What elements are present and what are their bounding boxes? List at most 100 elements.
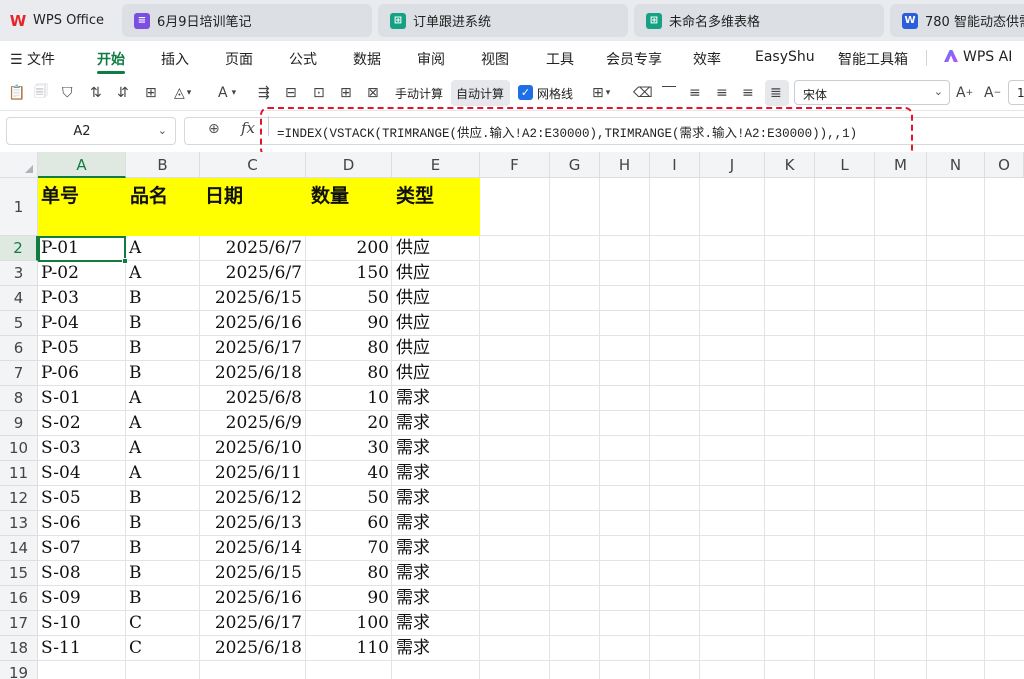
cell-e3[interactable]: 供应 xyxy=(396,261,480,286)
column-header-c[interactable]: C xyxy=(200,152,306,178)
cell-a10[interactable]: S-03 xyxy=(41,436,125,461)
cell-b4[interactable]: B xyxy=(129,286,199,311)
sort-desc-icon[interactable]: ⇵ xyxy=(117,82,129,104)
cell-b7[interactable]: B xyxy=(129,361,199,386)
cell-c2[interactable]: 2025/6/7 xyxy=(200,236,302,261)
cell-c9[interactable]: 2025/6/9 xyxy=(200,411,302,436)
cell-c15[interactable]: 2025/6/15 xyxy=(200,561,302,586)
cell-c8[interactable]: 2025/6/8 xyxy=(200,386,302,411)
tab-untitled-table[interactable]: ⊞ 未命名多维表格 xyxy=(634,4,884,37)
cell-e8[interactable]: 需求 xyxy=(396,386,480,411)
row-header-5[interactable]: 5 xyxy=(0,311,38,336)
decrease-font-icon[interactable]: A − xyxy=(984,82,1001,104)
cell-b14[interactable]: B xyxy=(129,536,199,561)
font-size-input[interactable]: 1 xyxy=(1008,80,1024,105)
cell-d3[interactable]: 150 xyxy=(306,261,389,286)
cell-b10[interactable]: A xyxy=(129,436,199,461)
cell-e15[interactable]: 需求 xyxy=(396,561,480,586)
cell-c3[interactable]: 2025/6/7 xyxy=(200,261,302,286)
cell-e6[interactable]: 供应 xyxy=(396,336,480,361)
align-top-icon[interactable]: ⎺ xyxy=(662,82,676,104)
tab-wps-office[interactable]: W WPS Office xyxy=(0,4,116,37)
cell-c18[interactable]: 2025/6/18 xyxy=(200,636,302,661)
header-cell-a[interactable]: 单号 xyxy=(41,181,79,208)
cell-e18[interactable]: 需求 xyxy=(396,636,480,661)
column-header-e[interactable]: E xyxy=(392,152,480,178)
cell-b11[interactable]: A xyxy=(129,461,199,486)
cell-a8[interactable]: S-01 xyxy=(41,386,125,411)
row-header-3[interactable]: 3 xyxy=(0,261,38,286)
cell-a12[interactable]: S-05 xyxy=(41,486,125,511)
menu-tab-page[interactable]: 页面 xyxy=(225,49,253,69)
cell-d16[interactable]: 90 xyxy=(306,586,389,611)
gridlines-checkbox[interactable]: ✓ xyxy=(518,85,533,100)
row-header-1[interactable]: 1 xyxy=(0,178,38,236)
cell-a6[interactable]: P-05 xyxy=(41,336,125,361)
row-header-18[interactable]: 18 xyxy=(0,636,38,661)
column-header-m[interactable]: M xyxy=(875,152,927,178)
calc-sheet-icon[interactable]: ⊞ xyxy=(340,82,352,104)
cell-e5[interactable]: 供应 xyxy=(396,311,480,336)
column-header-h[interactable]: H xyxy=(600,152,650,178)
row-header-15[interactable]: 15 xyxy=(0,561,38,586)
cell-a16[interactable]: S-09 xyxy=(41,586,125,611)
column-header-k[interactable]: K xyxy=(765,152,815,178)
cell-c17[interactable]: 2025/6/17 xyxy=(200,611,302,636)
cell-d10[interactable]: 30 xyxy=(306,436,389,461)
menu-tab-formulas[interactable]: 公式 xyxy=(289,49,317,69)
fill-handle[interactable] xyxy=(122,258,128,264)
row-header-19[interactable]: 19 xyxy=(0,661,38,679)
cell-a7[interactable]: P-06 xyxy=(41,361,125,386)
menu-tab-wps-ai[interactable]: WPS AI xyxy=(944,49,1012,65)
tab-training-notes[interactable]: ≡ 6月9日培训笔记 xyxy=(122,4,372,37)
align-left-icon[interactable]: ≡ xyxy=(689,82,701,104)
row-header-14[interactable]: 14 xyxy=(0,536,38,561)
menu-tab-smart-toolbox[interactable]: 智能工具箱 xyxy=(838,49,908,69)
row-header-2[interactable]: 2 xyxy=(0,236,38,261)
header-cell-b[interactable]: 品名 xyxy=(130,181,168,208)
column-header-d[interactable]: D xyxy=(306,152,392,178)
font-name-select[interactable]: 宋体 ⌄ xyxy=(794,80,950,105)
cell-e2[interactable]: 供应 xyxy=(396,236,480,261)
cell-a18[interactable]: S-11 xyxy=(41,636,125,661)
column-header-j[interactable]: J xyxy=(700,152,765,178)
cell-b5[interactable]: B xyxy=(129,311,199,336)
cell-e4[interactable]: 供应 xyxy=(396,286,480,311)
cell-d8[interactable]: 10 xyxy=(306,386,389,411)
row-header-16[interactable]: 16 xyxy=(0,586,38,611)
row-header-8[interactable]: 8 xyxy=(0,386,38,411)
row-header-7[interactable]: 7 xyxy=(0,361,38,386)
cell-a17[interactable]: S-10 xyxy=(41,611,125,636)
row-header-12[interactable]: 12 xyxy=(0,486,38,511)
cell-d2[interactable]: 200 xyxy=(306,236,389,261)
fill-color-icon[interactable]: ◬ ▾ xyxy=(174,82,191,104)
cell-e7[interactable]: 供应 xyxy=(396,361,480,386)
paste-icon[interactable]: 📋 xyxy=(8,82,25,104)
cell-a4[interactable]: P-03 xyxy=(41,286,125,311)
tab-supply-demand-doc[interactable]: W 780 智能动态供需 xyxy=(890,4,1024,37)
tab-order-tracking[interactable]: ⊞ 订单跟进系统 xyxy=(378,4,628,37)
column-header-b[interactable]: B xyxy=(126,152,200,178)
cell-c4[interactable]: 2025/6/15 xyxy=(200,286,302,311)
cell-a9[interactable]: S-02 xyxy=(41,411,125,436)
cell-b8[interactable]: A xyxy=(129,386,199,411)
cell-b2[interactable]: A xyxy=(129,236,199,261)
wrap-text-icon[interactable]: ⇶ xyxy=(258,82,270,104)
column-header-l[interactable]: L xyxy=(815,152,875,178)
column-header-a[interactable]: A xyxy=(38,152,126,178)
cell-b16[interactable]: B xyxy=(129,586,199,611)
menu-tab-insert[interactable]: 插入 xyxy=(161,49,189,69)
font-color-icon[interactable]: A ▾ xyxy=(218,82,236,104)
menu-tab-easyshu[interactable]: EasyShu xyxy=(755,49,815,65)
cell-c6[interactable]: 2025/6/17 xyxy=(200,336,302,361)
cell-c10[interactable]: 2025/6/10 xyxy=(200,436,302,461)
menu-tab-data[interactable]: 数据 xyxy=(353,49,381,69)
increase-font-icon[interactable]: A + xyxy=(956,82,973,104)
column-header-i[interactable]: I xyxy=(650,152,700,178)
cell-d17[interactable]: 100 xyxy=(306,611,389,636)
header-cell-d[interactable]: 数量 xyxy=(311,181,349,208)
cell-c13[interactable]: 2025/6/13 xyxy=(200,511,302,536)
insert-icon[interactable]: ⊡ xyxy=(313,82,325,104)
justify-icon[interactable]: ≣ xyxy=(770,82,782,104)
menu-tab-view[interactable]: 视图 xyxy=(481,49,509,69)
